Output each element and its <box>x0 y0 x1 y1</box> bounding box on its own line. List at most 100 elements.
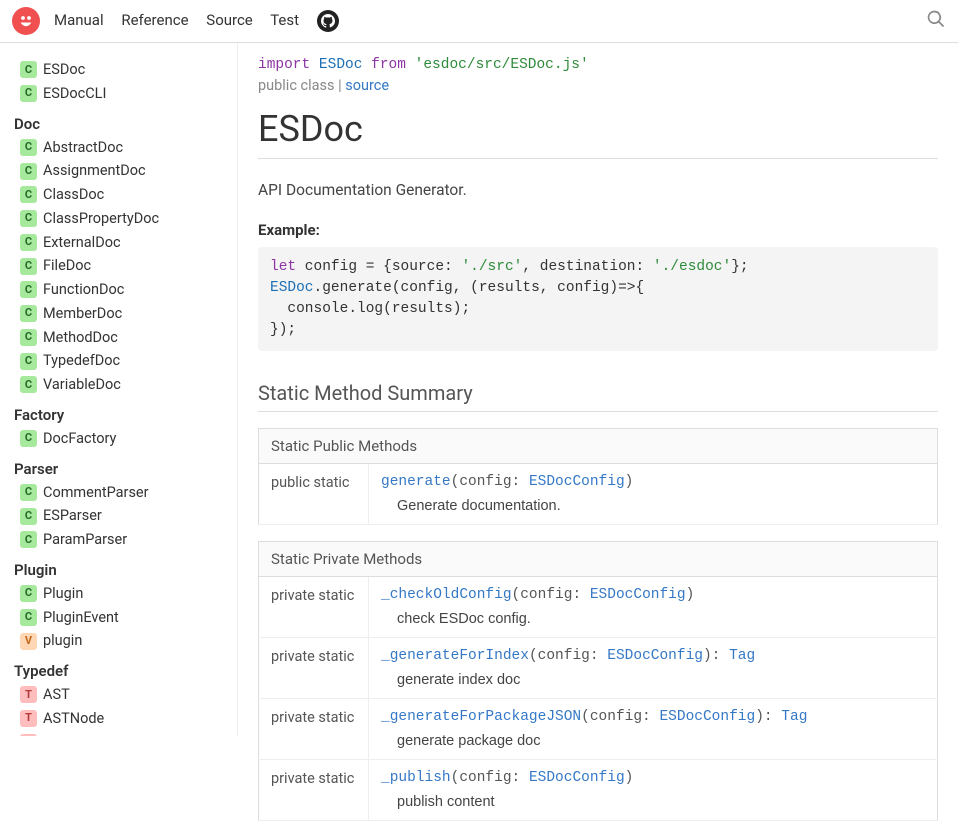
sidebar-item-plugin[interactable]: C Plugin <box>20 583 233 605</box>
app-logo[interactable] <box>12 7 40 35</box>
kind-badge: C <box>20 139 37 156</box>
method-name-link[interactable]: generate <box>381 474 451 490</box>
sidebar-item-pluginevent[interactable]: C PluginEvent <box>20 607 233 629</box>
method-signature: _checkOldConfig(config: ESDocConfig)chec… <box>369 577 938 638</box>
sidebar-link[interactable]: FileDoc <box>43 255 91 277</box>
sidebar-link[interactable]: TypedefDoc <box>43 350 120 372</box>
sidebar-item-functiondoc[interactable]: CFunctionDoc <box>20 279 233 301</box>
sidebar-link[interactable]: CoverageObject <box>43 732 145 737</box>
kind-badge: C <box>20 585 37 602</box>
sidebar-link[interactable]: ParamParser <box>43 529 127 551</box>
sidebar-link[interactable]: ClassPropertyDoc <box>43 208 159 230</box>
method-modifiers: private static <box>259 577 369 638</box>
sidebar-link[interactable]: plugin <box>43 630 82 652</box>
method-name-link[interactable]: _checkOldConfig <box>381 587 512 603</box>
param-type-link[interactable]: ESDocConfig <box>590 587 686 603</box>
method-name-link[interactable]: _publish <box>381 770 451 786</box>
return-type-link[interactable]: Tag <box>781 709 807 725</box>
method-modifiers: private static <box>259 638 369 699</box>
sidebar-item-esdoccli[interactable]: CESDocCLI <box>20 83 233 105</box>
sidebar-link[interactable]: ClassDoc <box>43 184 104 206</box>
kind-badge: C <box>20 186 37 203</box>
public-methods-table: Static Public Methods public staticgener… <box>258 428 938 525</box>
github-icon[interactable] <box>317 10 339 32</box>
sidebar-section-factory: Factory <box>14 406 233 424</box>
method-modifiers: private static <box>259 699 369 760</box>
sidebar-item-typedefdoc[interactable]: CTypedefDoc <box>20 350 233 372</box>
sidebar-link[interactable]: MemberDoc <box>43 303 122 325</box>
sidebar-item-astnode[interactable]: TASTNode <box>20 708 233 730</box>
sidebar-item-esparser[interactable]: CESParser <box>20 505 233 527</box>
example-code: let config = {source: './src', destinati… <box>258 247 938 351</box>
method-description: publish content <box>397 794 925 810</box>
kind-badge: C <box>20 484 37 501</box>
search-icon[interactable] <box>926 9 946 33</box>
method-signature: _generateForPackageJSON(config: ESDocCon… <box>369 699 938 760</box>
sidebar-item-classpropertydoc[interactable]: C ClassPropertyDoc <box>20 208 233 230</box>
sidebar-item-filedoc[interactable]: C FileDoc <box>20 255 233 277</box>
sidebar-link[interactable]: AST <box>43 684 70 706</box>
source-link[interactable]: source <box>345 77 389 94</box>
sidebar-link[interactable]: Plugin <box>43 583 83 605</box>
method-name-link[interactable]: _generateForPackageJSON <box>381 709 581 725</box>
sidebar-item-variabledoc[interactable]: CVariableDoc <box>20 374 233 396</box>
sidebar-link[interactable]: ESParser <box>43 505 102 527</box>
private-methods-header: Static Private Methods <box>259 542 938 577</box>
sidebar-section-doc: Doc <box>14 115 233 133</box>
sidebar-item-commentparser[interactable]: C CommentParser <box>20 482 233 504</box>
param-type-link[interactable]: ESDocConfig <box>529 770 625 786</box>
sidebar-item-docfactory[interactable]: CDocFactory <box>20 428 233 450</box>
method-signature: _generateForIndex(config: ESDocConfig): … <box>369 638 938 699</box>
class-description: API Documentation Generator. <box>258 181 938 199</box>
nav-manual[interactable]: Manual <box>54 11 104 29</box>
static-method-summary-heading: Static Method Summary <box>258 381 938 412</box>
sidebar-item-coverageobject[interactable]: T CoverageObject <box>20 732 233 737</box>
sidebar-item-methoddoc[interactable]: CMethodDoc <box>20 327 233 349</box>
sidebar-item-memberdoc[interactable]: C MemberDoc <box>20 303 233 325</box>
sidebar-link[interactable]: VariableDoc <box>43 374 121 396</box>
sidebar-link[interactable]: ESDocCLI <box>43 83 106 105</box>
kind-badge: T <box>20 686 37 703</box>
kind-badge: C <box>20 609 37 626</box>
sidebar-link[interactable]: ESDoc <box>43 59 85 81</box>
sidebar-link[interactable]: ASTNode <box>43 708 104 730</box>
sidebar-link[interactable]: FunctionDoc <box>43 279 124 301</box>
sidebar-item-esdoc[interactable]: CESDoc <box>20 59 233 81</box>
kind-badge: C <box>20 531 37 548</box>
method-description: Generate documentation. <box>397 498 925 514</box>
sidebar-item-plugin[interactable]: Vplugin <box>20 630 233 652</box>
kind-badge: C <box>20 258 37 275</box>
import-statement: import ESDoc from 'esdoc/src/ESDoc.js' <box>258 57 938 73</box>
sidebar-item-classdoc[interactable]: C ClassDoc <box>20 184 233 206</box>
nav-reference[interactable]: Reference <box>121 11 188 29</box>
method-row: public staticgenerate(config: ESDocConfi… <box>259 464 938 525</box>
kind-badge: C <box>20 305 37 322</box>
method-name-link[interactable]: _generateForIndex <box>381 648 529 664</box>
sidebar-link[interactable]: DocFactory <box>43 428 116 450</box>
kind-badge: V <box>20 633 37 650</box>
sidebar-link[interactable]: ExternalDoc <box>43 232 121 254</box>
param-type-link[interactable]: ESDocConfig <box>659 709 755 725</box>
sidebar-item-paramparser[interactable]: C ParamParser <box>20 529 233 551</box>
method-modifiers: private static <box>259 760 369 821</box>
sidebar-item-externaldoc[interactable]: CExternalDoc <box>20 232 233 254</box>
sidebar-link[interactable]: PluginEvent <box>43 607 119 629</box>
param-type-link[interactable]: ESDocConfig <box>529 474 625 490</box>
nav-test[interactable]: Test <box>270 11 299 29</box>
nav-source[interactable]: Source <box>206 11 252 29</box>
method-signature: _publish(config: ESDocConfig)publish con… <box>369 760 938 821</box>
class-meta: public class | source <box>258 77 938 94</box>
sidebar-link[interactable]: AssignmentDoc <box>43 160 146 182</box>
sidebar-link[interactable]: AbstractDoc <box>43 137 123 159</box>
method-row: private static_generateForIndex(config: … <box>259 638 938 699</box>
public-methods-header: Static Public Methods <box>259 429 938 464</box>
sidebar-link[interactable]: CommentParser <box>43 482 149 504</box>
return-type-link[interactable]: Tag <box>729 648 755 664</box>
param-type-link[interactable]: ESDocConfig <box>607 648 703 664</box>
sidebar-link[interactable]: MethodDoc <box>43 327 118 349</box>
sidebar-item-abstractdoc[interactable]: C AbstractDoc <box>20 137 233 159</box>
kind-badge: C <box>20 210 37 227</box>
sidebar-item-ast[interactable]: T AST <box>20 684 233 706</box>
kind-badge: T <box>20 734 37 736</box>
sidebar-item-assignmentdoc[interactable]: CAssignmentDoc <box>20 160 233 182</box>
